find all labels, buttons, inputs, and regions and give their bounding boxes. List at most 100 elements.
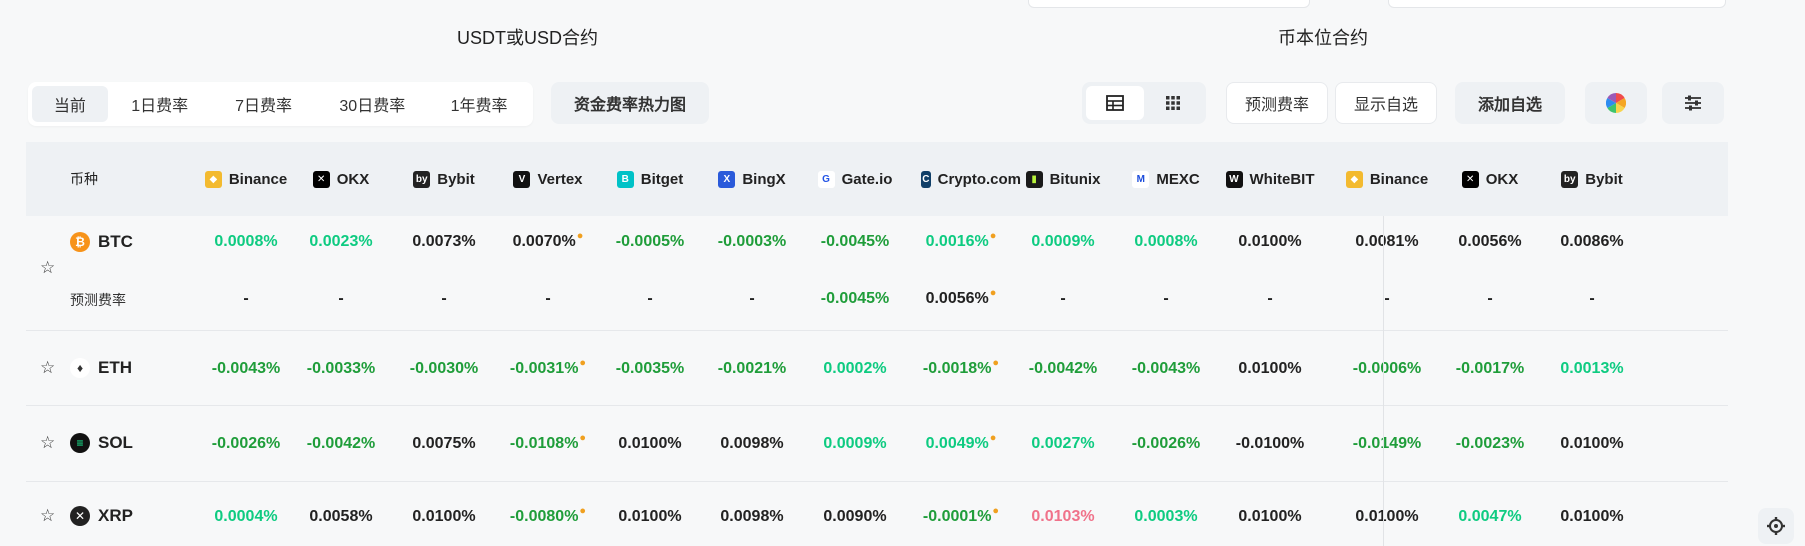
top-input-left[interactable] — [1028, 0, 1310, 8]
exchange-header-binance[interactable]: ◆ Binance — [196, 142, 296, 216]
rate-cell[interactable]: 0.0023% — [291, 216, 391, 268]
rate-cell[interactable]: 0.0098% — [702, 482, 802, 546]
favorite-star-icon[interactable]: ☆ — [40, 433, 55, 453]
exchange-header-whitebit[interactable]: W WhiteBIT — [1220, 142, 1320, 216]
add-favorites-button[interactable]: 添加自选 — [1455, 82, 1565, 124]
tab-1y[interactable]: 1年费率 — [429, 86, 529, 122]
rate-cell[interactable]: -0.0030% — [394, 331, 494, 406]
tab-30d[interactable]: 30日费率 — [315, 86, 429, 122]
exchange-header-bybit[interactable]: by Bybit — [1542, 142, 1642, 216]
rate-cell[interactable]: 0.0070% ● — [498, 216, 598, 268]
rate-cell[interactable]: -0.0042% — [1013, 331, 1113, 406]
exchange-header-vertex[interactable]: V Vertex — [498, 142, 598, 216]
rate-cell[interactable]: 0.0100% — [600, 482, 700, 546]
color-theme-button[interactable] — [1585, 82, 1647, 124]
rate-value: -0.0149% — [1352, 435, 1422, 452]
settings-help-button[interactable] — [1758, 508, 1794, 544]
predict-rate-button[interactable]: 预测费率 — [1226, 82, 1328, 124]
tab-7d[interactable]: 7日费率 — [212, 86, 316, 122]
rate-cell[interactable]: -0.0043% — [196, 331, 296, 406]
rate-cell[interactable]: -0.0026% — [196, 406, 296, 482]
rate-cell[interactable]: -0.0026% — [1116, 406, 1216, 482]
rate-cell[interactable]: -0.0080% ● — [498, 482, 598, 546]
rate-cell[interactable]: 0.0002% — [805, 331, 905, 406]
rate-cell[interactable]: 0.0098% — [702, 406, 802, 482]
rate-cell[interactable]: 0.0100% — [1220, 482, 1320, 546]
rate-cell[interactable]: -0.0006% — [1337, 331, 1437, 406]
exchange-header-binance[interactable]: ◆ Binance — [1337, 142, 1437, 216]
exchange-header-okx[interactable]: ✕ OKX — [1440, 142, 1540, 216]
rate-cell[interactable]: -0.0033% — [291, 331, 391, 406]
rate-cell[interactable]: 0.0081% — [1337, 216, 1437, 268]
rate-cell[interactable]: 0.0075% — [394, 406, 494, 482]
rate-cell[interactable]: 0.0058% — [291, 482, 391, 546]
show-favorites-button[interactable]: 显示自选 — [1335, 82, 1437, 124]
exchange-header-cryptocom[interactable]: C Crypto.com — [921, 142, 1021, 216]
rate-cell[interactable]: 0.0047% — [1440, 482, 1540, 546]
coin-label-btc[interactable]: ₿ BTC — [70, 232, 133, 252]
predicted-rate-value: - — [1267, 290, 1273, 307]
rate-cell[interactable]: 0.0100% — [1220, 216, 1320, 268]
rate-cell[interactable]: 0.0013% — [1542, 331, 1642, 406]
rate-cell[interactable]: -0.0149% — [1337, 406, 1437, 482]
rate-cell[interactable]: 0.0008% — [1116, 216, 1216, 268]
rate-cell[interactable]: 0.0009% — [1013, 216, 1113, 268]
exchange-header-label: BingX — [742, 170, 786, 188]
exchange-header-bitget[interactable]: B Bitget — [600, 142, 700, 216]
tab-1d[interactable]: 1日费率 — [108, 86, 212, 122]
heatmap-button[interactable]: 资金费率热力图 — [551, 82, 709, 124]
rate-cell[interactable]: 0.0086% — [1542, 216, 1642, 268]
rate-cell[interactable]: -0.0003% — [702, 216, 802, 268]
rate-cell[interactable]: 0.0003% — [1116, 482, 1216, 546]
exchange-header-bybit[interactable]: by Bybit — [394, 142, 494, 216]
rate-cell[interactable]: -0.0045% — [805, 216, 905, 268]
rate-cell[interactable]: -0.0035% — [600, 331, 700, 406]
rate-cell[interactable]: 0.0009% — [805, 406, 905, 482]
coin-label-xrp[interactable]: ✕ XRP — [70, 506, 133, 526]
rate-cell[interactable]: 0.0100% — [1337, 482, 1437, 546]
rate-cell[interactable]: -0.0017% — [1440, 331, 1540, 406]
rate-cell[interactable]: -0.0021% — [702, 331, 802, 406]
rate-cell[interactable]: 0.0100% — [600, 406, 700, 482]
exchange-header-bingx[interactable]: X BingX — [702, 142, 802, 216]
rate-cell[interactable]: 0.0103% — [1013, 482, 1113, 546]
rate-cell[interactable]: -0.0043% — [1116, 331, 1216, 406]
rate-value: 0.0023% — [309, 233, 373, 250]
rate-cell[interactable]: 0.0090% — [805, 482, 905, 546]
rate-cell[interactable]: 0.0100% — [394, 482, 494, 546]
rate-cell[interactable]: -0.0042% — [291, 406, 391, 482]
rate-cell[interactable]: 0.0004% — [196, 482, 296, 546]
filter-settings-button[interactable] — [1662, 82, 1724, 124]
rate-cell[interactable]: 0.0016% ● — [911, 216, 1011, 268]
rate-cell[interactable]: 0.0027% — [1013, 406, 1113, 482]
rate-cell[interactable]: 0.0056% — [1440, 216, 1540, 268]
rate-cell[interactable]: -0.0005% — [600, 216, 700, 268]
rate-cell[interactable]: 0.0100% — [1542, 406, 1642, 482]
favorite-star-icon[interactable]: ☆ — [40, 258, 55, 278]
exchange-header-mexc[interactable]: M MEXC — [1116, 142, 1216, 216]
rate-cell[interactable]: 0.0049% ● — [911, 406, 1011, 482]
exchange-header-bitunix[interactable]: ▮ Bitunix — [1013, 142, 1113, 216]
rate-cell[interactable]: -0.0018% ● — [911, 331, 1011, 406]
top-input-right[interactable] — [1388, 0, 1726, 8]
rate-cell[interactable]: 0.0008% — [196, 216, 296, 268]
coin-label-sol[interactable]: ≡ SOL — [70, 433, 133, 453]
rate-cell[interactable]: -0.0023% — [1440, 406, 1540, 482]
exchange-header-gateio[interactable]: G Gate.io — [805, 142, 905, 216]
vertex-icon: V — [513, 170, 531, 188]
rate-cell[interactable]: -0.0108% ● — [498, 406, 598, 482]
rate-cell[interactable]: 0.0100% — [1542, 482, 1642, 546]
table-view-button[interactable] — [1086, 86, 1144, 120]
rate-cell[interactable]: 0.0073% — [394, 216, 494, 268]
rate-cell[interactable]: -0.0001% ● — [911, 482, 1011, 546]
exchange-header-okx[interactable]: ✕ OKX — [291, 142, 391, 216]
grid-view-button[interactable] — [1144, 86, 1202, 120]
favorite-star-icon[interactable]: ☆ — [40, 506, 55, 526]
table-header: 币种 ◆ Binance ✕ OKX by Bybit V Vertex B Bitget X Bin… — [26, 142, 1728, 216]
rate-cell[interactable]: 0.0100% — [1220, 331, 1320, 406]
tab-current[interactable]: 当前 — [32, 86, 108, 122]
favorite-star-icon[interactable]: ☆ — [40, 358, 55, 378]
rate-cell[interactable]: -0.0031% ● — [498, 331, 598, 406]
rate-cell[interactable]: -0.0100% — [1220, 406, 1320, 482]
coin-label-eth[interactable]: ♦ ETH — [70, 357, 132, 378]
